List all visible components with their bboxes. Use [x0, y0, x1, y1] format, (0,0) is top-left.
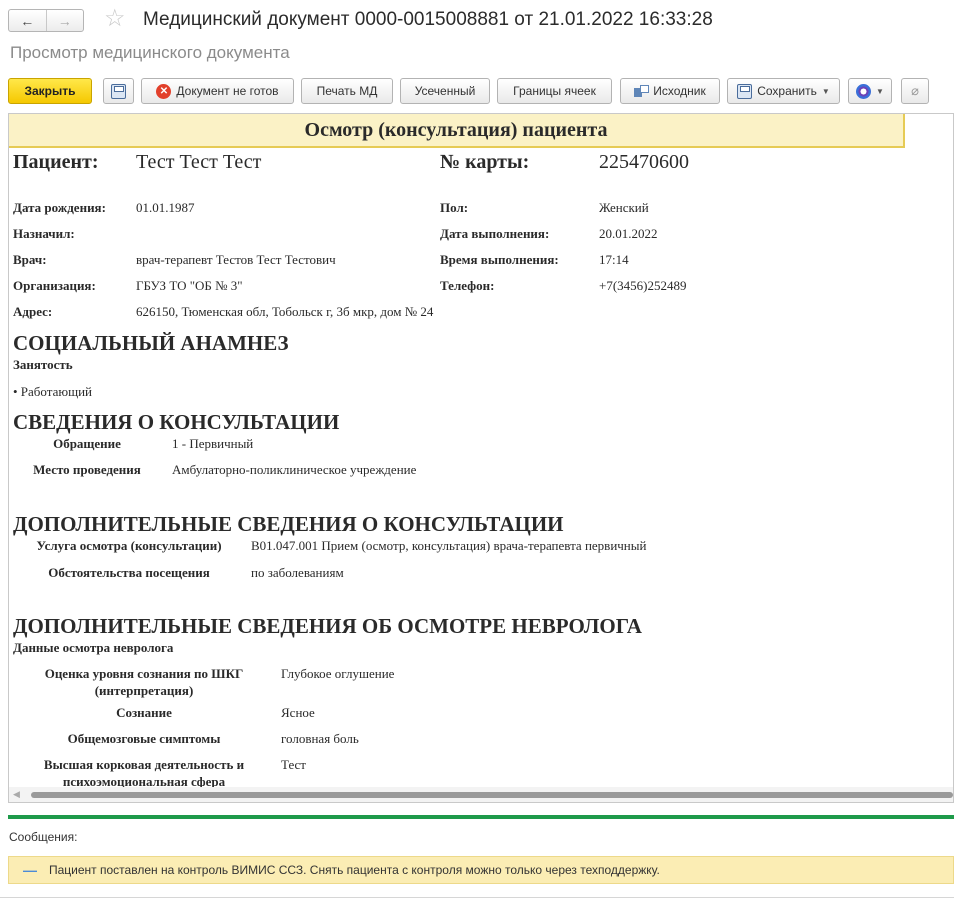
field-label: Дата выполнения: — [440, 226, 550, 241]
window-title: Медицинский документ 0000-0015008881 от … — [143, 9, 713, 30]
row-value: головная боль — [281, 731, 359, 746]
card-label: № карты: — [440, 151, 530, 173]
row-value: по заболеваниям — [251, 565, 344, 580]
row-value: Тест — [281, 757, 306, 772]
field-value: 01.01.1987 — [136, 200, 195, 215]
globe-icon — [856, 83, 872, 99]
section-subheading: Данные осмотра невролога — [13, 640, 174, 655]
row-value: 1 - Первичный — [172, 436, 254, 451]
scroll-left-icon[interactable]: ◀ — [13, 789, 20, 800]
row-value: Амбулаторно-поликлиническое учреждение — [172, 462, 417, 477]
field-label: Организация: — [13, 278, 96, 293]
field-value: врач-терапевт Тестов Тест Тестович — [136, 252, 336, 267]
messages-divider — [8, 815, 954, 819]
field-label: Время выполнения: — [440, 252, 559, 267]
paperclip-icon: ⌀ — [911, 83, 919, 98]
row-label: Обстоятельства посещения — [48, 565, 210, 580]
row-value: B01.047.001 Прием (осмотр, консультация)… — [251, 538, 647, 553]
cell-borders-button[interactable]: Границы ячеек — [497, 78, 612, 104]
window-subtitle: Просмотр медицинского документа — [10, 43, 290, 62]
message-dash-icon: — — [23, 862, 37, 878]
row-value: Ясное — [281, 705, 315, 720]
messages-title: Сообщения: — [9, 830, 78, 844]
message-item[interactable]: — Пациент поставлен на контроль ВИМИС СС… — [8, 856, 954, 884]
document-header: Осмотр (консультация) пациента — [9, 114, 905, 148]
row-label: Место проведения — [33, 462, 141, 477]
attach-button[interactable]: ⌀ — [901, 78, 929, 104]
card-value: 225470600 — [599, 151, 689, 173]
chevron-down-icon: ▼ — [821, 86, 830, 96]
row-label: Сознание — [116, 705, 172, 720]
save-dropdown-button[interactable]: Сохранить ▼ — [727, 78, 840, 104]
list-item: • Работающий — [13, 384, 92, 399]
section-heading-extra: ДОПОЛНИТЕЛЬНЫЕ СВЕДЕНИЯ О КОНСУЛЬТАЦИИ — [13, 512, 564, 536]
row-value: Глубокое оглушение — [281, 666, 395, 681]
field-value: ГБУЗ ТО "ОБ № 3" — [136, 278, 243, 293]
source-label: Исходник — [653, 84, 706, 98]
bottom-divider — [0, 897, 954, 898]
floppy-disk-icon — [737, 83, 753, 99]
field-value: Женский — [599, 200, 649, 215]
toolbar: Закрыть ✕ Документ не готов Печать МД Ус… — [8, 78, 948, 104]
field-label: Врач: — [13, 252, 47, 267]
section-subheading: Занятость — [13, 357, 73, 372]
row-label: Услуга осмотра (консультации) — [36, 538, 222, 553]
field-label: Пол: — [440, 200, 469, 215]
back-arrow-icon[interactable]: ← — [9, 10, 46, 31]
source-button[interactable]: Исходник — [620, 78, 720, 104]
field-label: Телефон: — [440, 278, 495, 293]
section-heading-social: СОЦИАЛЬНЫЙ АНАМНЕЗ — [13, 331, 289, 355]
row-label: Обращение — [53, 436, 121, 451]
save-label: Сохранить — [757, 84, 817, 98]
forward-arrow-icon[interactable]: → — [45, 10, 84, 31]
favorite-star-icon[interactable]: ☆ — [104, 5, 126, 33]
horizontal-scrollbar[interactable]: ◀ — [9, 787, 953, 802]
floppy-disk-icon — [111, 83, 126, 99]
row-label: Оценка уровня сознания по ШКГ — [44, 666, 244, 681]
scrollbar-thumb[interactable] — [31, 792, 953, 798]
field-label: Адрес: — [13, 304, 53, 319]
print-md-button[interactable]: Печать МД — [301, 78, 393, 104]
row-label: Общемозговые симптомы — [67, 731, 221, 746]
close-button[interactable]: Закрыть — [8, 78, 92, 104]
field-value: 17:14 — [599, 252, 629, 267]
document-viewer[interactable]: Осмотр (консультация) пациента Пациент: … — [8, 113, 954, 803]
field-value: 20.01.2022 — [599, 226, 658, 241]
title-bar: ← → ☆ Медицинский документ 0000-00150088… — [0, 0, 954, 40]
document-not-ready-button[interactable]: ✕ Документ не готов — [141, 78, 294, 104]
document-not-ready-label: Документ не готов — [176, 84, 279, 98]
error-circle-icon: ✕ — [156, 83, 172, 99]
field-label: Дата рождения: — [13, 200, 106, 215]
row-label: Высшая корковая деятельность и — [43, 757, 245, 772]
chevron-down-icon: ▼ — [876, 86, 884, 96]
globe-dropdown-button[interactable]: ▼ — [848, 78, 892, 104]
row-label: (интерпретация) — [94, 683, 194, 698]
field-value: +7(3456)252489 — [599, 278, 687, 293]
save-icon-button[interactable] — [103, 78, 134, 104]
nav-buttons: ← → — [8, 9, 84, 32]
field-value: 626150, Тюменская обл, Тобольск г, 3б мк… — [136, 304, 434, 319]
field-label: Назначил: — [13, 226, 75, 241]
truncated-button[interactable]: Усеченный — [400, 78, 490, 104]
section-heading-neuro: ДОПОЛНИТЕЛЬНЫЕ СВЕДЕНИЯ ОБ ОСМОТРЕ НЕВРО… — [13, 614, 642, 638]
source-document-icon — [634, 85, 650, 97]
patient-label: Пациент: — [13, 151, 99, 173]
patient-value: Тест Тест Тест — [136, 151, 262, 173]
message-text: Пациент поставлен на контроль ВИМИС ССЗ.… — [49, 863, 660, 877]
section-heading-consult: СВЕДЕНИЯ О КОНСУЛЬТАЦИИ — [13, 410, 340, 434]
